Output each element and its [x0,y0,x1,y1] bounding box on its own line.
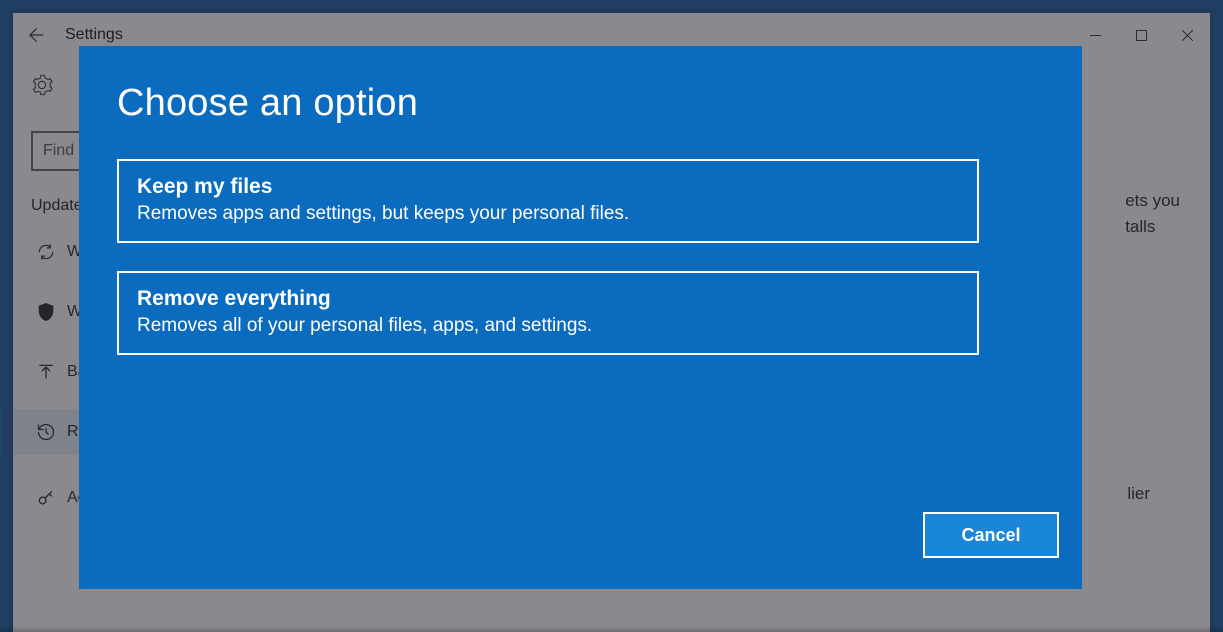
reset-pc-dialog: Choose an option Keep my files Removes a… [79,46,1082,589]
option-description: Removes apps and settings, but keeps you… [137,203,959,225]
option-keep-my-files[interactable]: Keep my files Removes apps and settings,… [117,159,979,243]
dialog-title: Choose an option [79,46,1082,125]
bottom-shadow [0,626,1223,632]
option-title: Keep my files [137,175,959,199]
option-remove-everything[interactable]: Remove everything Removes all of your pe… [117,271,979,355]
option-title: Remove everything [137,287,959,311]
dialog-options: Keep my files Removes apps and settings,… [79,125,1082,355]
cancel-label: Cancel [961,525,1020,546]
option-description: Removes all of your personal files, apps… [137,315,959,337]
cancel-button[interactable]: Cancel [923,512,1059,558]
